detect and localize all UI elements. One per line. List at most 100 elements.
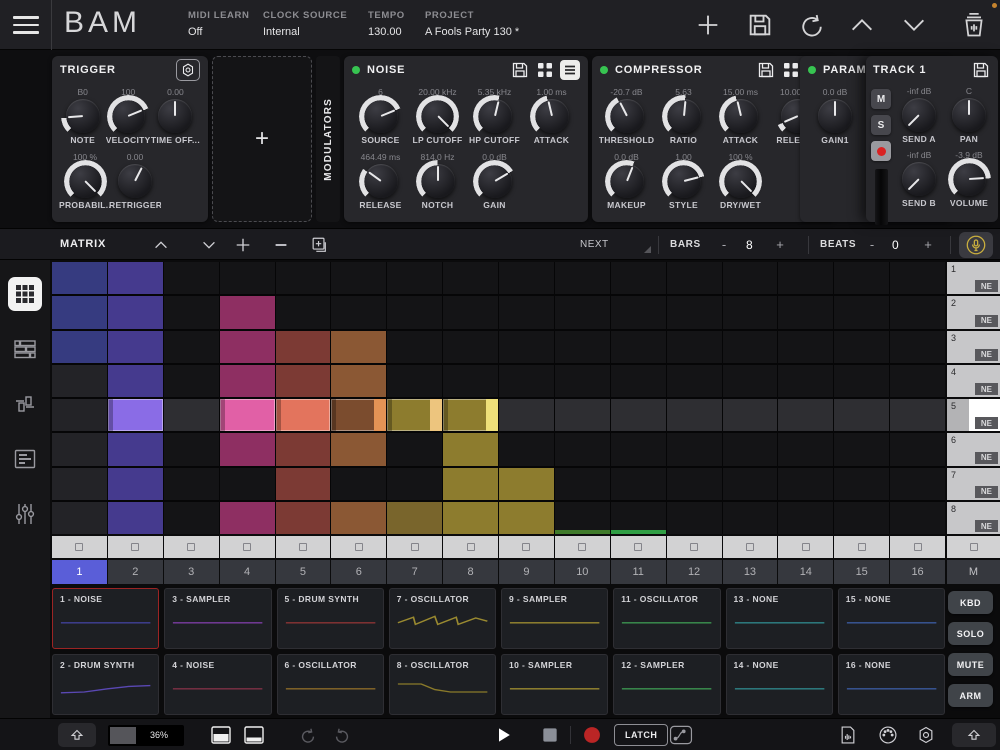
clip-cell-r3c8[interactable] bbox=[443, 331, 498, 363]
clip-cell-r7c11[interactable] bbox=[611, 468, 666, 500]
knob-dial[interactable] bbox=[535, 99, 569, 133]
modulators-tab[interactable]: MODULATORS bbox=[316, 56, 340, 222]
master-column-label[interactable]: M bbox=[947, 560, 1000, 584]
track-card-12-sampler[interactable]: 12 - SAMPLER bbox=[613, 654, 720, 715]
clip-cell-r5c15[interactable] bbox=[834, 399, 889, 431]
knob-release[interactable]: 464.49 msRELEASE bbox=[352, 152, 409, 210]
knob-dial[interactable] bbox=[478, 99, 512, 133]
clip-cell-r1c2[interactable] bbox=[108, 262, 163, 294]
track-number-13[interactable]: 13 bbox=[723, 560, 778, 584]
shift-button-left[interactable] bbox=[58, 723, 96, 747]
add-device-button[interactable]: + bbox=[212, 56, 312, 222]
knob-gain1[interactable]: 0.0 dBGAIN1 bbox=[808, 87, 862, 145]
clip-cell-r2c2[interactable] bbox=[108, 296, 163, 328]
knob-gain[interactable]: 0.0 dBGAIN bbox=[466, 152, 523, 210]
panel-top-toggle-icon[interactable] bbox=[210, 725, 232, 745]
clip-cell-r2c4[interactable] bbox=[220, 296, 275, 328]
track-card-10-sampler[interactable]: 10 - SAMPLER bbox=[501, 654, 608, 715]
track-card-5-drum-synth[interactable]: 5 - DRUM SYNTH bbox=[277, 588, 384, 649]
clip-cell-r2c13[interactable] bbox=[723, 296, 778, 328]
clip-cell-r5c11[interactable] bbox=[611, 399, 666, 431]
add-icon[interactable] bbox=[694, 11, 722, 39]
clip-cell-r4c13[interactable] bbox=[723, 365, 778, 397]
clip-cell-r7c8[interactable] bbox=[443, 468, 498, 500]
track-number-12[interactable]: 12 bbox=[667, 560, 722, 584]
scene-row-6[interactable]: 6NE bbox=[947, 433, 1000, 465]
clip-cell-r6c3[interactable] bbox=[164, 433, 219, 465]
clip-cell-r7c14[interactable] bbox=[778, 468, 833, 500]
clip-cell-r6c8[interactable] bbox=[443, 433, 498, 465]
clip-cell-r4c4[interactable] bbox=[220, 365, 275, 397]
clip-cell-r5c14[interactable] bbox=[778, 399, 833, 431]
clip-cell-r8c4[interactable] bbox=[220, 502, 275, 534]
clip-cell-r8c12[interactable] bbox=[667, 502, 722, 534]
clip-cell-r6c2[interactable] bbox=[108, 433, 163, 465]
save-icon[interactable] bbox=[756, 60, 776, 80]
clip-cell-r8c5[interactable] bbox=[276, 502, 331, 534]
clip-cell-r2c5[interactable] bbox=[276, 296, 331, 328]
view-routing-icon[interactable] bbox=[8, 387, 42, 421]
track-number-16[interactable]: 16 bbox=[890, 560, 945, 584]
knob-retrigger[interactable]: 0.00RETRIGGER bbox=[110, 152, 160, 210]
clip-cell-r4c15[interactable] bbox=[834, 365, 889, 397]
knob-dial[interactable] bbox=[902, 98, 936, 132]
undo-icon[interactable] bbox=[798, 11, 826, 39]
track-checkbox-1[interactable] bbox=[52, 536, 107, 558]
knob-threshold[interactable]: -20.7 dBTHRESHOLD bbox=[598, 87, 655, 145]
clip-cell-r5c3[interactable] bbox=[164, 399, 219, 431]
track-card-9-sampler[interactable]: 9 - SAMPLER bbox=[501, 588, 608, 649]
clip-cell-r4c14[interactable] bbox=[778, 365, 833, 397]
clip-cell-r6c14[interactable] bbox=[778, 433, 833, 465]
clip-cell-r8c13[interactable] bbox=[723, 502, 778, 534]
knob-dial[interactable] bbox=[724, 99, 758, 133]
scene-row-2[interactable]: 2NE bbox=[947, 296, 1000, 328]
knob-dial[interactable] bbox=[724, 164, 758, 198]
bars-minus-button[interactable]: - bbox=[716, 237, 732, 253]
track-checkbox-11[interactable] bbox=[611, 536, 666, 558]
clip-cell-r6c15[interactable] bbox=[834, 433, 889, 465]
knob-attack[interactable]: 1.00 msATTACK bbox=[523, 87, 580, 145]
midi-icon[interactable] bbox=[878, 725, 898, 745]
scroll-up-icon[interactable] bbox=[152, 236, 170, 254]
clip-cell-r7c7[interactable] bbox=[387, 468, 442, 500]
settings-icon[interactable] bbox=[916, 725, 936, 745]
automation-icon[interactable] bbox=[668, 725, 694, 745]
clip-cell-r7c13[interactable] bbox=[723, 468, 778, 500]
knob-velocity[interactable]: 100VELOCITY bbox=[105, 87, 150, 145]
noise-panel-header[interactable]: NOISE bbox=[344, 56, 588, 84]
track-number-4[interactable]: 4 bbox=[220, 560, 275, 584]
mute-button[interactable]: MUTE bbox=[948, 653, 993, 676]
knob-dial[interactable] bbox=[952, 162, 986, 196]
clip-cell-r3c2[interactable] bbox=[108, 331, 163, 363]
clip-cell-r3c9[interactable] bbox=[499, 331, 554, 363]
menu-icon[interactable] bbox=[560, 60, 580, 80]
clip-cell-r6c1[interactable] bbox=[52, 433, 107, 465]
menu-icon[interactable] bbox=[0, 0, 52, 50]
mic-button[interactable] bbox=[959, 232, 993, 258]
track-checkbox-14[interactable] bbox=[778, 536, 833, 558]
knob-style[interactable]: 1.00STYLE bbox=[655, 152, 712, 210]
grid-icon[interactable] bbox=[781, 60, 801, 80]
clip-cell-r6c5[interactable] bbox=[276, 433, 331, 465]
record-button[interactable] bbox=[582, 725, 602, 745]
knob-send-a[interactable]: -inf dBSEND A bbox=[894, 86, 944, 144]
arm-button[interactable]: ARM bbox=[948, 684, 993, 707]
knob-ratio[interactable]: 5.63RATIO bbox=[655, 87, 712, 145]
knob-source[interactable]: 6SOURCE bbox=[352, 87, 409, 145]
clip-cell-r7c5[interactable] bbox=[276, 468, 331, 500]
clip-cell-r3c14[interactable] bbox=[778, 331, 833, 363]
midi-learn-field[interactable]: MIDI LEARN Off bbox=[188, 10, 249, 38]
knob-dial[interactable] bbox=[667, 164, 701, 198]
track-number-14[interactable]: 14 bbox=[778, 560, 833, 584]
track-card-1-noise[interactable]: 1 - NOISE bbox=[52, 588, 159, 649]
scene-next-badge[interactable]: NE bbox=[975, 452, 998, 464]
view-arranger-icon[interactable] bbox=[8, 442, 42, 476]
track-card-15-none[interactable]: 15 - NONE bbox=[838, 588, 945, 649]
trigger-panel-header[interactable]: TRIGGER bbox=[52, 56, 208, 84]
track-number-3[interactable]: 3 bbox=[164, 560, 219, 584]
clip-cell-r1c1[interactable] bbox=[52, 262, 107, 294]
knob-makeup[interactable]: 0.0 dBMAKEUP bbox=[598, 152, 655, 210]
clip-cell-r6c9[interactable] bbox=[499, 433, 554, 465]
bars-plus-button[interactable]: + bbox=[772, 237, 788, 253]
stop-button[interactable] bbox=[540, 725, 560, 745]
